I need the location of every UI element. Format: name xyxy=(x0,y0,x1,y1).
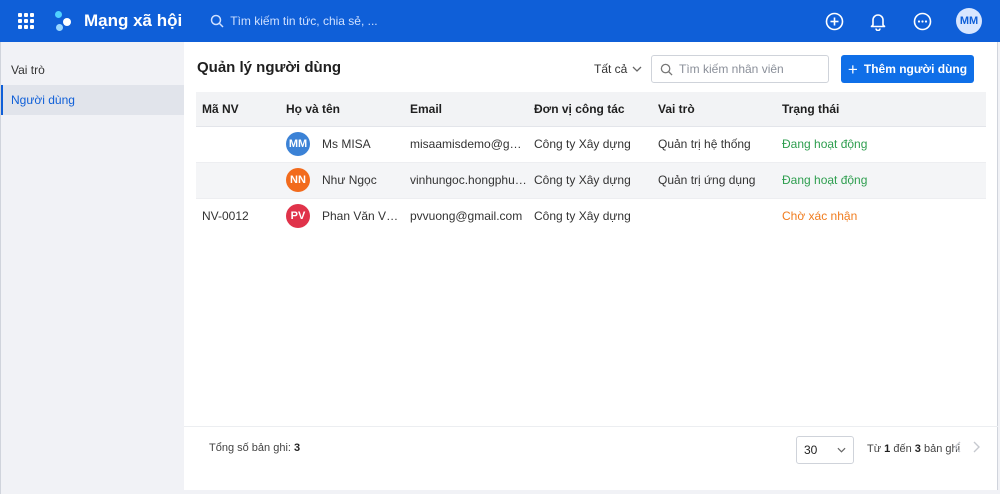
employee-search-input[interactable] xyxy=(679,62,819,76)
chevron-down-icon xyxy=(837,447,846,453)
cell-email: misaamisdemo@gmail.com xyxy=(404,126,528,163)
cell-code: NV-0012 xyxy=(196,198,280,234)
record-range: Từ 1 đến 3 bản ghi xyxy=(867,443,960,455)
table-row[interactable]: NV-0012 PV Phan Văn Vượng pvvuong@gmail.c… xyxy=(196,198,986,234)
total-records-label: Tổng số bản ghi: xyxy=(209,442,291,454)
column-header-unit[interactable]: Đơn vị công tác xyxy=(528,92,652,127)
table-row[interactable]: MM Ms MISA misaamisdemo@gmail.com Công ty… xyxy=(196,126,986,163)
table-footer: Tổng số bản ghi: 3 30 Từ 1 đến 3 bản ghi xyxy=(184,426,998,474)
cell-unit: Công ty Xây dựng xyxy=(528,198,652,234)
avatar: PV xyxy=(286,204,310,229)
add-user-button[interactable]: + Thêm người dùng xyxy=(841,55,974,83)
sidebar: Vai trò Người dùng xyxy=(0,42,184,494)
chevron-right-icon[interactable] xyxy=(972,441,980,453)
more-options-icon[interactable] xyxy=(912,11,932,31)
search-icon xyxy=(660,63,673,76)
table-header-row: Mã NV Họ và tên Email Đơn vị công tác Va… xyxy=(196,92,986,127)
total-records-value: 3 xyxy=(294,442,301,454)
global-search[interactable]: Tìm kiếm tin tức, chia sẻ, ... xyxy=(210,14,378,28)
column-header-role[interactable]: Vai trò xyxy=(652,92,776,127)
brand-name[interactable]: Mạng xã hội xyxy=(84,11,182,31)
user-avatar[interactable]: MM xyxy=(956,8,982,34)
users-table: Mã NV Họ và tên Email Đơn vị công tác Va… xyxy=(196,92,986,234)
sidebar-item-roles[interactable]: Vai trò xyxy=(1,55,184,85)
column-header-code[interactable]: Mã NV xyxy=(196,92,280,127)
cell-role xyxy=(652,198,776,234)
range-to-label: đến xyxy=(893,443,912,455)
search-icon xyxy=(210,14,224,28)
avatar: NN xyxy=(286,168,310,192)
sidebar-item-users[interactable]: Người dùng xyxy=(1,85,184,115)
column-header-email[interactable]: Email xyxy=(404,92,528,127)
cell-name: Ms MISA xyxy=(322,137,371,151)
status-filter-label[interactable]: Tất cả xyxy=(594,62,627,76)
cell-name: Như Ngọc xyxy=(322,173,377,187)
range-from: 1 xyxy=(884,443,891,455)
plus-icon: + xyxy=(847,59,858,79)
chevron-down-icon xyxy=(632,66,642,72)
bell-icon[interactable] xyxy=(868,11,888,31)
global-search-placeholder[interactable]: Tìm kiếm tin tức, chia sẻ, ... xyxy=(230,14,377,28)
range-to: 3 xyxy=(914,443,921,455)
avatar: MM xyxy=(286,132,310,156)
table-row[interactable]: NNNhư Ngọc vinhungoc.hongphuc@gmail.com … xyxy=(196,162,986,199)
cell-email: pvvuong@gmail.com xyxy=(404,198,528,234)
logo-icon xyxy=(52,10,72,32)
status-badge: Chờ xác nhận xyxy=(776,198,986,234)
cell-role: Quản trị ứng dụng xyxy=(652,162,776,199)
chevron-left-icon[interactable] xyxy=(954,441,962,453)
cell-name: Phan Văn Vượng xyxy=(322,209,404,224)
cell-email: vinhungoc.hongphuc@gmail.com xyxy=(404,162,528,199)
cell-code xyxy=(196,162,280,199)
status-badge: Đang hoạt động xyxy=(776,162,986,199)
status-filter-dropdown[interactable]: Tất cả xyxy=(594,62,642,76)
app-grid-icon[interactable] xyxy=(18,13,34,29)
add-circle-icon[interactable] xyxy=(824,11,844,31)
employee-search-box[interactable] xyxy=(651,55,829,83)
range-from-label: Từ xyxy=(867,443,882,455)
cell-role: Quản trị hệ thống xyxy=(652,126,776,163)
total-records: Tổng số bản ghi: 3 xyxy=(209,442,300,454)
cell-unit: Công ty Xây dựng xyxy=(528,126,652,163)
page-size-value: 30 xyxy=(804,443,818,457)
add-user-label: Thêm người dùng xyxy=(863,62,968,76)
page-title: Quản lý người dùng xyxy=(197,59,342,76)
cell-unit: Công ty Xây dựng xyxy=(528,162,652,199)
column-header-name[interactable]: Họ và tên xyxy=(280,92,404,127)
column-header-status[interactable]: Trạng thái xyxy=(776,92,986,127)
main-panel: Quản lý người dùng Tất cả + Thêm người d… xyxy=(184,42,998,490)
page-size-select[interactable]: 30 xyxy=(796,436,854,464)
status-badge: Đang hoạt động xyxy=(776,126,986,163)
cell-code xyxy=(196,126,280,163)
top-bar: Mạng xã hội Tìm kiếm tin tức, chia sẻ, .… xyxy=(0,0,1000,42)
